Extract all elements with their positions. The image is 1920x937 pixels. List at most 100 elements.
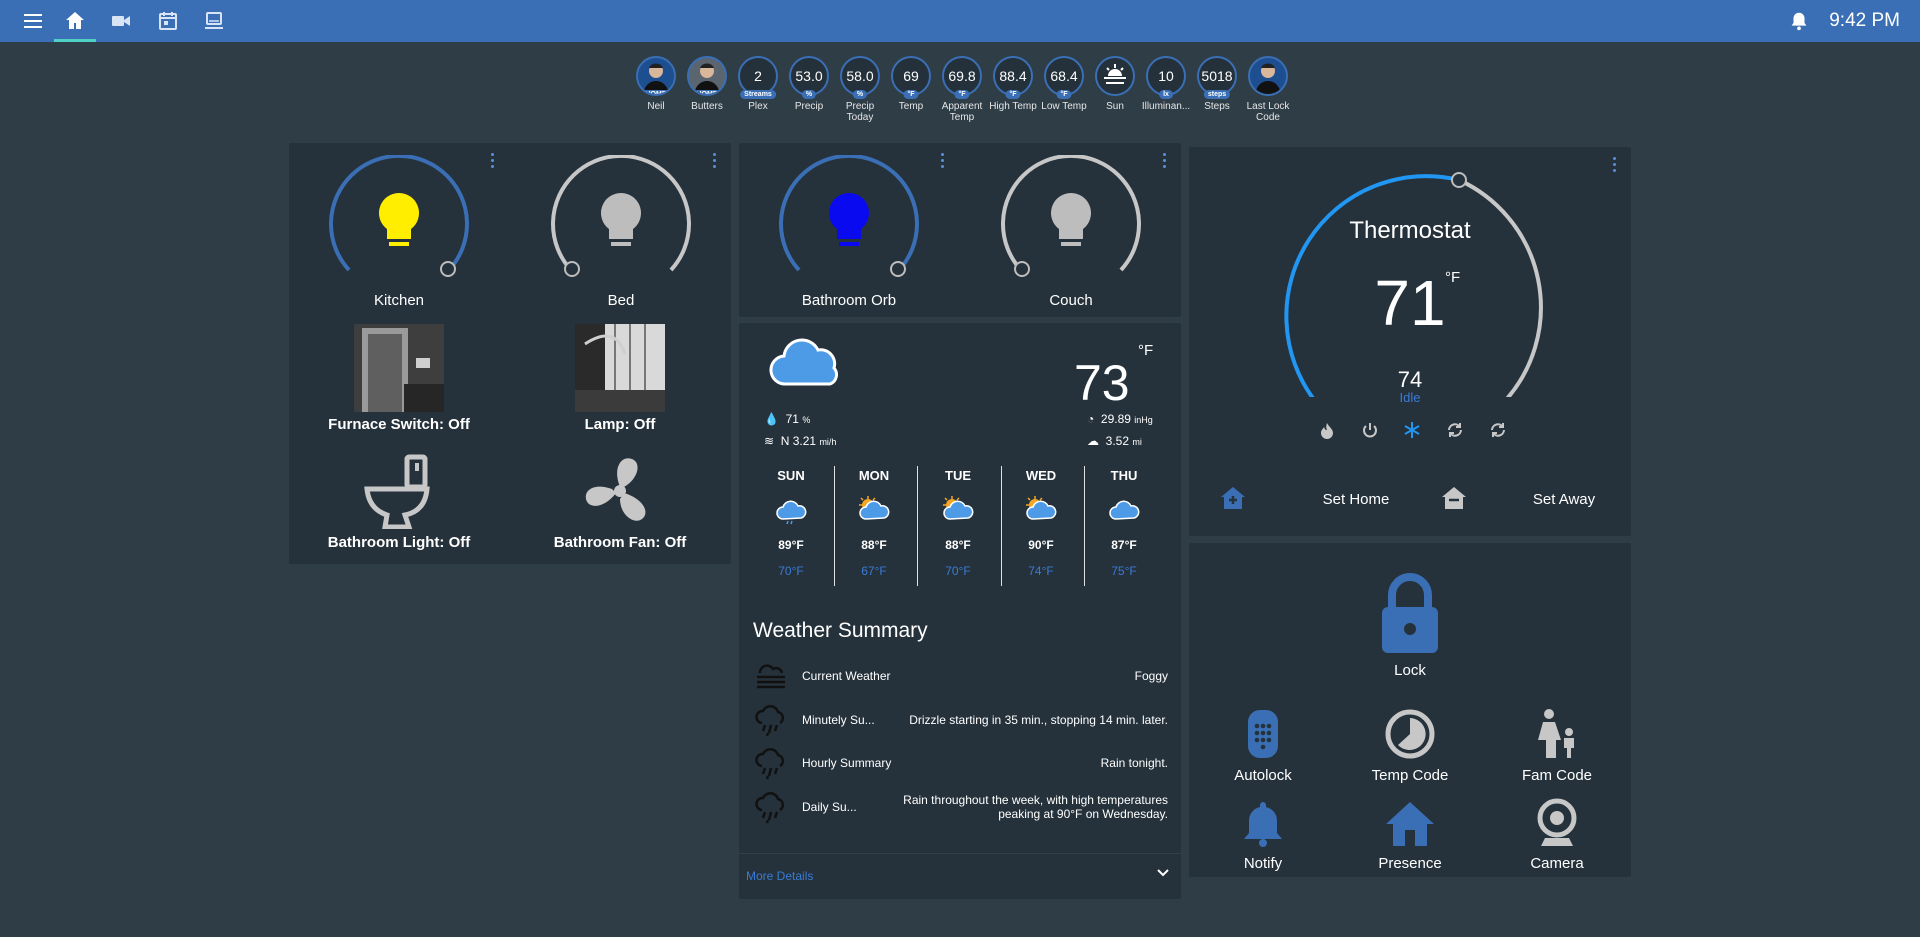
- fam-code-button[interactable]: Fam Code: [1483, 708, 1631, 784]
- rain-icon: [755, 792, 785, 824]
- camera-button[interactable]: Camera: [1483, 798, 1631, 872]
- badge-steps[interactable]: 5018 steps Steps: [1191, 56, 1243, 112]
- badge-circle: 88.4 °F: [993, 56, 1033, 99]
- kitchen-dial[interactable]: [319, 155, 479, 290]
- summary-row: Hourly Summary Rain tonight.: [752, 743, 1168, 783]
- home-minus-icon[interactable]: [1440, 485, 1468, 511]
- rain-icon: [755, 705, 785, 737]
- badge-last-lock-code[interactable]: Last Lock Code: [1242, 56, 1294, 123]
- badge-high-temp[interactable]: 88.4 °F High Temp: [987, 56, 1039, 112]
- presence-button[interactable]: Presence: [1336, 798, 1484, 872]
- pressure: ◔ 29.89 inHg: [1087, 412, 1153, 426]
- humidity-icon: 💧: [764, 412, 779, 426]
- badge-precip[interactable]: 53.0% Precip: [783, 56, 835, 112]
- badge-neil[interactable]: HOME Neil: [630, 56, 682, 112]
- light-kitchen[interactable]: Kitchen: [319, 155, 479, 309]
- orb-menu-icon[interactable]: [939, 153, 945, 171]
- set-home-button[interactable]: Set Home: [1289, 491, 1423, 508]
- badge-value: 69.8: [948, 68, 976, 84]
- presence-label: Presence: [1378, 855, 1442, 872]
- forecast-day-name: SUN: [777, 468, 805, 483]
- couch-dial[interactable]: [991, 155, 1151, 290]
- lock-label: Lock: [1394, 662, 1426, 679]
- light-couch[interactable]: Couch: [991, 155, 1151, 309]
- entity-state: Lamp: Off: [584, 416, 656, 433]
- badge-circle: 2 Streams: [738, 56, 778, 99]
- forecast-day-name: WED: [1025, 468, 1057, 483]
- summary-row: Minutely Su... Drizzle starting in 35 min…: [752, 700, 1168, 740]
- badge-butters[interactable]: HOME Butters: [681, 56, 733, 112]
- entity-state: Furnace Switch: Off: [328, 416, 470, 433]
- bathroom-light[interactable]: Bathroom Light: Off: [289, 453, 509, 551]
- chevron-down-icon[interactable]: [1155, 865, 1171, 881]
- light-bathroom-orb[interactable]: Bathroom Orb: [769, 155, 929, 309]
- bulb-icon: [829, 193, 869, 246]
- badge-temp[interactable]: 69 °F Temp: [885, 56, 937, 112]
- snowflake-icon[interactable]: [1403, 421, 1421, 439]
- summary-row: Current Weather Foggy: [752, 656, 1168, 696]
- bed-dial[interactable]: [541, 155, 701, 290]
- badge-plex[interactable]: 2 Streams Plex: [732, 56, 784, 112]
- notify-button[interactable]: Notify: [1189, 798, 1337, 872]
- heat-cool-mode-icon[interactable]: [1489, 421, 1507, 439]
- badge-circle: [1248, 56, 1288, 96]
- orb-dial[interactable]: [769, 155, 929, 290]
- fog-icon: [757, 664, 785, 689]
- heat-mode-icon[interactable]: [1318, 421, 1336, 439]
- forecast-low: 75°F: [1111, 564, 1137, 578]
- entity-state: Bathroom Fan: Off: [553, 534, 687, 551]
- autolock-button[interactable]: Autolock: [1189, 708, 1337, 784]
- power-icon[interactable]: [1361, 421, 1379, 439]
- light-bed[interactable]: Bed: [541, 155, 701, 309]
- badge-label: Butters: [691, 101, 723, 112]
- couch-menu-icon[interactable]: [1161, 153, 1167, 171]
- active-tab-indicator: [54, 39, 96, 42]
- set-away-button[interactable]: Set Away: [1509, 491, 1619, 508]
- forecast-day: TUE 88°F 70°F: [917, 468, 999, 578]
- home-icon[interactable]: [63, 9, 87, 33]
- badge-value: 5018: [1201, 68, 1233, 84]
- forecast-high: 88°F: [945, 538, 971, 552]
- menu-icon[interactable]: [21, 9, 45, 33]
- badge-unit: HOME: [692, 90, 722, 94]
- fog-icon: ☁: [1087, 434, 1099, 448]
- setpoint-handle[interactable]: [1451, 172, 1467, 188]
- divider: [739, 853, 1181, 854]
- badge-label: High Temp: [989, 101, 1037, 112]
- badge-value: 68.4: [1050, 68, 1078, 84]
- light-name: Bed: [607, 292, 635, 309]
- badge-apparent-temp[interactable]: 69.8 °F Apparent Temp: [936, 56, 988, 123]
- auto-mode-icon[interactable]: [1446, 421, 1464, 439]
- rain-icon: [755, 748, 785, 780]
- badge-illuminan[interactable]: 10 lx Illuminan...: [1140, 56, 1192, 112]
- more-details-link[interactable]: More Details: [746, 869, 813, 883]
- lamp-switch[interactable]: Lamp: Off: [510, 324, 730, 433]
- badge-unit: lx: [1159, 90, 1173, 99]
- home-icon: [1386, 802, 1434, 846]
- forecast-high: 89°F: [778, 538, 804, 552]
- lock-button[interactable]: Lock: [1336, 571, 1484, 679]
- summary-title: Weather Summary: [753, 619, 928, 642]
- badge-circle: 10 lx: [1146, 56, 1186, 99]
- home-plus-icon[interactable]: [1219, 485, 1247, 511]
- bell-icon[interactable]: [1788, 10, 1810, 32]
- badge-unit: °F: [1005, 90, 1021, 99]
- badge-label: Precip Today: [845, 101, 875, 123]
- bathroom-fan[interactable]: Bathroom Fan: Off: [510, 453, 730, 551]
- summary-key: Minutely Su...: [802, 713, 875, 727]
- laptop-icon[interactable]: [202, 9, 226, 33]
- video-icon[interactable]: [109, 9, 133, 33]
- badge-low-temp[interactable]: 68.4 °F Low Temp: [1038, 56, 1090, 112]
- temp-code-button[interactable]: Temp Code: [1336, 708, 1484, 784]
- badge-label: Temp: [898, 101, 924, 112]
- bed-menu-icon[interactable]: [711, 153, 717, 171]
- lights-card-middle: Bathroom Orb Couch: [739, 143, 1181, 317]
- badge-sun[interactable]: Sun: [1089, 56, 1141, 112]
- furnace-switch[interactable]: Furnace Switch: Off: [289, 324, 509, 433]
- badge-label: Apparent Temp: [941, 101, 983, 123]
- humidity: 💧 71 %: [764, 412, 811, 426]
- badge-precip-today[interactable]: 58.0% Precip Today: [834, 56, 886, 123]
- kitchen-menu-icon[interactable]: [489, 153, 495, 171]
- top-app-bar: 9:42 PM: [0, 0, 1920, 42]
- calendar-icon[interactable]: [156, 9, 180, 33]
